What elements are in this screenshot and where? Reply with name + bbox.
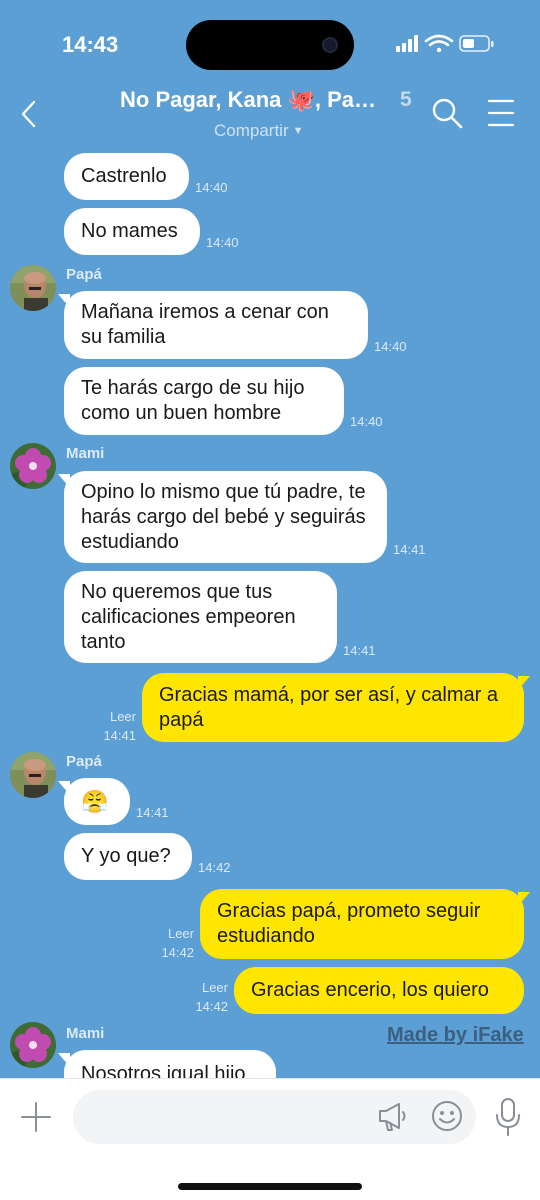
message-bubble[interactable]: Castrenlo [64,153,189,200]
search-button[interactable] [430,96,464,130]
message-bubble[interactable]: 😤 [64,778,130,825]
message-time: 14:40 [195,180,228,195]
message-text: Gracias encerio, los quiero [251,979,489,1001]
microphone-icon [496,1098,520,1136]
message-bubble[interactable]: Nosotros igual hijo [64,1050,276,1078]
message-time: 14:41 [393,542,426,557]
profile-photo-icon [10,265,56,311]
message-text: Nosotros igual hijo [81,1063,246,1078]
avatar-papa[interactable] [10,752,56,798]
emoji-icon [432,1101,462,1131]
back-button[interactable] [14,96,44,132]
message-text: Opino lo mismo que tú padre, te harás ca… [81,480,366,553]
home-indicator [178,1183,362,1190]
message-bubble[interactable]: Mañana iremos a cenar con su familia [64,291,368,359]
chat-title[interactable]: No Pagar, Kana 🐙, Pa… [120,87,376,113]
profile-photo-icon [10,752,56,798]
sender-name: Mami [66,1025,105,1042]
message-input[interactable] [73,1090,476,1144]
message-text: No queremos que tus calificaciones empeo… [81,580,296,653]
read-receipt: Leer [201,980,228,995]
message-time: 14:41 [136,805,169,820]
message-text: Gracias papá, prometo seguir estudiando [217,900,481,947]
battery-icon [459,35,494,52]
read-receipt: Leer [167,926,194,941]
status-time: 14:43 [62,32,119,57]
message-text: Te harás cargo de su hijo como un buen h… [81,377,305,424]
message-time: 14:42 [161,945,194,960]
message-text: Castrenlo [81,165,167,187]
message-time: 14:41 [343,643,376,658]
sender-name: Papá [66,753,102,770]
message-bubble[interactable]: Y yo que? [64,833,192,880]
avatar-mami[interactable] [10,443,56,489]
message-bubble[interactable]: Te harás cargo de su hijo como un buen h… [64,367,344,435]
add-attachment-button[interactable] [20,1101,52,1133]
member-count: 5 [400,88,412,111]
chevron-left-icon [21,100,36,128]
share-label: Compartir [214,121,289,140]
emoji-button[interactable] [430,1099,464,1133]
avatar-papa[interactable] [10,265,56,311]
message-bubble[interactable]: No queremos que tus calificaciones empeo… [64,571,337,663]
message-bubble[interactable]: No mames [64,208,200,255]
microphone-button[interactable] [494,1097,522,1137]
status-icons [396,34,496,61]
message-text: Gracias mamá, por ser así, y calmar a pa… [159,683,498,731]
message-time: 14:40 [206,235,239,250]
chat-area[interactable]: 14:43 No Pagar, Kana 🐙, Pa… 5 Compartir … [0,0,540,1078]
message-bubble[interactable]: Gracias papá, prometo seguir estudiando [200,889,524,959]
message-time: 14:40 [374,339,407,354]
chat-screen: 14:43 No Pagar, Kana 🐙, Pa… 5 Compartir … [0,0,540,1200]
message-time: 14:42 [195,999,228,1014]
megaphone-button[interactable] [377,1100,407,1134]
message-time: 14:40 [350,414,383,429]
cellular-signal-icon [396,35,418,52]
message-text: Y yo que? [81,845,171,867]
plus-icon [21,1102,51,1132]
message-meta: Leer 14:42 [144,924,194,962]
message-emoji: 😤 [81,789,109,814]
dynamic-island [186,20,354,70]
message-time: 14:41 [103,728,136,743]
composer-bar [0,1078,540,1200]
megaphone-icon [379,1103,406,1131]
sender-name: Papá [66,266,102,283]
flower-photo-icon [10,1022,56,1068]
share-dropdown[interactable]: Compartir ▼ [214,121,304,141]
read-receipt: Leer [109,709,136,724]
flower-photo-icon [10,443,56,489]
message-meta: Leer 14:41 [86,707,136,745]
wifi-icon [424,34,454,53]
avatar-mami[interactable] [10,1022,56,1068]
menu-button[interactable] [486,98,516,128]
message-time: 14:42 [198,860,231,875]
watermark: Made by iFake [387,1024,524,1046]
hamburger-menu-icon [487,99,515,127]
message-text: Mañana iremos a cenar con su familia [81,301,329,348]
message-bubble[interactable]: Gracias encerio, los quiero [234,967,524,1014]
message-bubble[interactable]: Gracias mamá, por ser así, y calmar a pa… [142,673,524,742]
message-meta: Leer 14:42 [178,978,228,1016]
sender-name: Mami [66,445,105,462]
search-icon [432,98,463,129]
caret-down-icon: ▼ [292,125,304,137]
message-text: No mames [81,220,178,242]
message-bubble[interactable]: Opino lo mismo que tú padre, te harás ca… [64,471,387,563]
